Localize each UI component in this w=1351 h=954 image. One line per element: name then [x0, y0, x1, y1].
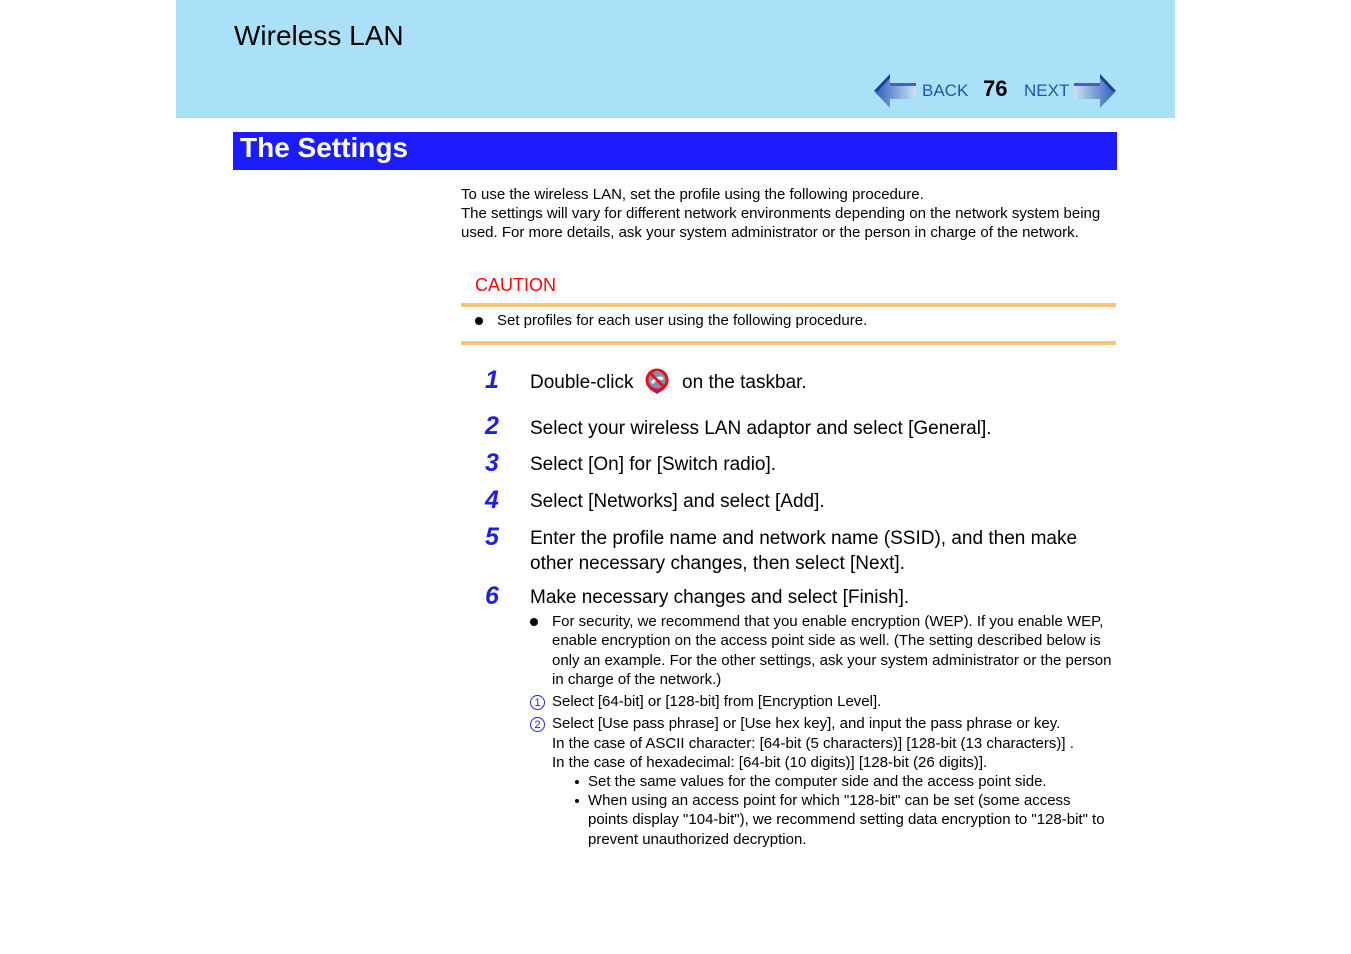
note-text: Set the same values for the computer sid…: [588, 773, 1047, 790]
caution-title: CAUTION: [475, 275, 556, 295]
step-number: 6: [485, 582, 499, 610]
step-text: Enter the profile name and network name …: [530, 528, 1078, 574]
intro-line: To use the wireless LAN, set the profile…: [461, 186, 924, 203]
left-arrow-icon[interactable]: [874, 72, 918, 110]
step-text: Make necessary changes and select [Finis…: [530, 587, 910, 608]
caution-divider: [461, 341, 1116, 345]
page-number: 76: [983, 76, 1008, 101]
note-item: When using an access point for which "12…: [575, 791, 1110, 849]
intro-line: The settings will vary for different net…: [461, 205, 1101, 242]
section-header: The Settings: [233, 132, 1117, 170]
step-number: 5: [485, 523, 499, 551]
next-link[interactable]: NEXT: [1024, 81, 1069, 101]
right-arrow-icon[interactable]: [1072, 72, 1116, 110]
step-text: Double-click on the taskbar.: [530, 367, 1110, 395]
caution-divider: [461, 303, 1116, 307]
caution-item-text: Set profiles for each user using the fol…: [497, 312, 868, 329]
step-text-before: Double-click: [530, 372, 634, 393]
step-text: Select [Networks] and select [Add].: [530, 491, 825, 512]
section-title: The Settings: [240, 132, 409, 163]
bullet-icon: [575, 799, 579, 803]
step-text-after: on the taskbar.: [682, 372, 807, 393]
header-band: Wireless LAN BACK 76 NEXT: [176, 0, 1175, 118]
note-item: Set the same values for the computer sid…: [575, 772, 1110, 791]
note-text: When using an access point for which "12…: [588, 792, 1105, 848]
substep-text: In the case of ASCII character: [64-bit …: [552, 735, 1074, 752]
bullet-icon: [475, 316, 483, 325]
step6-note: For security, we recommend that you enab…: [530, 612, 1115, 689]
circled-number-2-icon: 2: [530, 717, 545, 732]
step-number: 4: [485, 486, 499, 514]
page-navigation: BACK 76 NEXT: [874, 72, 1119, 110]
wireless-tray-icon: [643, 367, 671, 395]
substep-text: Select [Use pass phrase] or [Use hex key…: [552, 715, 1061, 732]
step-number: 3: [485, 449, 499, 477]
step-number: 1: [485, 366, 499, 394]
caution-item: Set profiles for each user using the fol…: [475, 312, 867, 329]
back-link[interactable]: BACK: [922, 81, 968, 101]
page-title: Wireless LAN: [234, 20, 404, 51]
step-text: Select your wireless LAN adaptor and sel…: [530, 418, 992, 439]
bullet-icon: [530, 618, 538, 626]
intro-text: To use the wireless LAN, set the profile…: [461, 185, 1111, 243]
step6-note-text: For security, we recommend that you enab…: [552, 613, 1112, 688]
bullet-icon: [575, 780, 579, 784]
step-text: Select [On] for [Switch radio].: [530, 454, 777, 475]
substep-text: In the case of hexadecimal: [64-bit (10 …: [552, 754, 988, 771]
step-number: 2: [485, 412, 499, 440]
substep-text: Select [64-bit] or [128-bit] from [Encry…: [552, 693, 882, 710]
circled-number-1-icon: 1: [530, 695, 545, 710]
